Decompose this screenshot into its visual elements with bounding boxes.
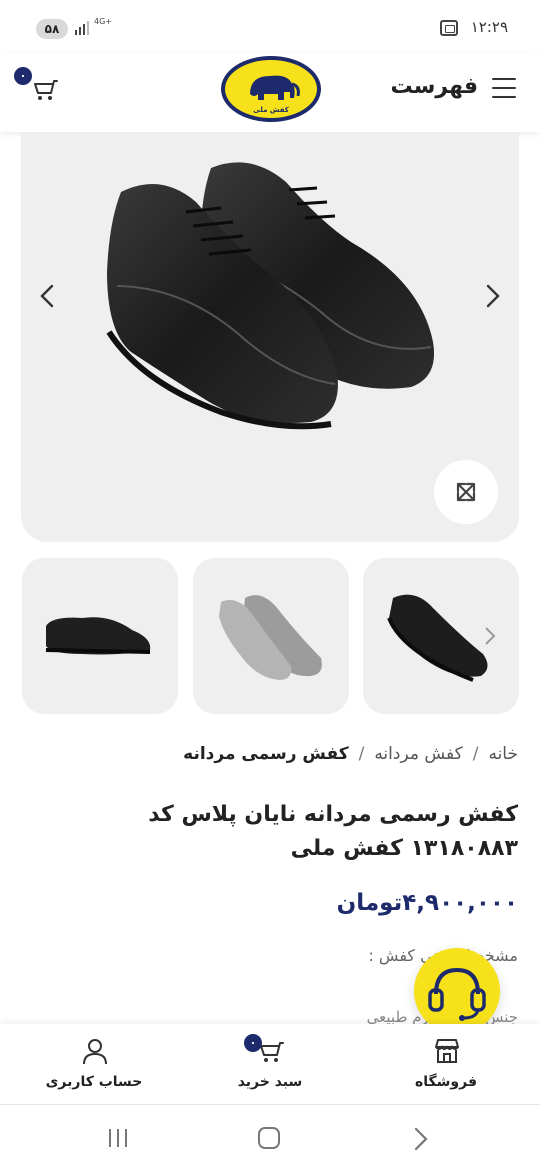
bottom-navigation: فروشگاه ۰ سبد خرید حساب کاربری bbox=[0, 1024, 540, 1104]
nav-shop-label: فروشگاه bbox=[414, 1074, 477, 1090]
header-cart-badge: ۰ bbox=[14, 67, 32, 85]
status-time: ۱۲:۲۹ bbox=[470, 18, 508, 36]
expand-icon bbox=[456, 482, 476, 502]
chevron-right-icon[interactable] bbox=[478, 282, 506, 310]
breadcrumb-current: کفش رسمی مردانه bbox=[183, 744, 349, 764]
nav-cart-label: سبد خرید bbox=[237, 1074, 303, 1090]
nav-cart-badge: ۰ bbox=[244, 1034, 262, 1052]
status-bar: ۵۸ 4G+ ۱۲:۲۹ bbox=[0, 0, 540, 54]
back-icon[interactable] bbox=[410, 1127, 430, 1151]
app-header: فهرست کفش ملی ۰ bbox=[0, 54, 540, 132]
hamburger-menu-icon[interactable] bbox=[492, 78, 516, 98]
product-title: کفش رسمی مردانه نایان پلاس کد ۱۳۱۸۰۸۸۳ ک… bbox=[148, 802, 518, 861]
cart-icon bbox=[34, 80, 58, 100]
nav-account[interactable]: حساب کاربری bbox=[4, 1024, 184, 1104]
system-navigation-bar bbox=[0, 1104, 540, 1170]
signal-icon bbox=[75, 21, 89, 35]
brand-logo[interactable]: کفش ملی bbox=[220, 54, 322, 124]
shoe-thumbnail-image bbox=[45, 617, 151, 655]
home-icon[interactable] bbox=[258, 1127, 280, 1149]
shoe-thumbnail-image bbox=[219, 595, 322, 680]
breadcrumb-home[interactable]: خانه bbox=[488, 744, 518, 764]
nav-account-label: حساب کاربری bbox=[45, 1074, 143, 1090]
user-icon bbox=[83, 1039, 107, 1065]
menu-label[interactable]: فهرست bbox=[390, 74, 478, 99]
chevron-right-icon[interactable] bbox=[480, 624, 500, 648]
chevron-left-icon[interactable] bbox=[34, 282, 62, 310]
product-thumbnail-3[interactable] bbox=[22, 558, 178, 714]
header-cart-button[interactable] bbox=[30, 74, 60, 104]
store-icon bbox=[435, 1039, 459, 1063]
zoom-button[interactable] bbox=[434, 460, 498, 524]
recent-apps-icon[interactable] bbox=[106, 1127, 130, 1149]
screenshot-icon bbox=[440, 20, 458, 36]
network-type: 4G+ bbox=[94, 17, 112, 26]
nav-shop[interactable]: فروشگاه bbox=[356, 1024, 536, 1104]
nav-cart[interactable]: ۰ سبد خرید bbox=[180, 1024, 360, 1104]
support-button[interactable] bbox=[414, 948, 500, 1034]
breadcrumb-category[interactable]: کفش مردانه bbox=[374, 744, 462, 764]
headset-icon bbox=[428, 967, 486, 1021]
battery-indicator: ۵۸ bbox=[36, 19, 68, 39]
svg-text:کفش ملی: کفش ملی bbox=[253, 106, 290, 114]
product-price: ۴,۹۰۰,۰۰۰تومان bbox=[336, 890, 518, 916]
product-thumbnail-2[interactable] bbox=[193, 558, 349, 714]
breadcrumb: خانه/کفش مردانه/کفش رسمی مردانه bbox=[183, 744, 518, 764]
